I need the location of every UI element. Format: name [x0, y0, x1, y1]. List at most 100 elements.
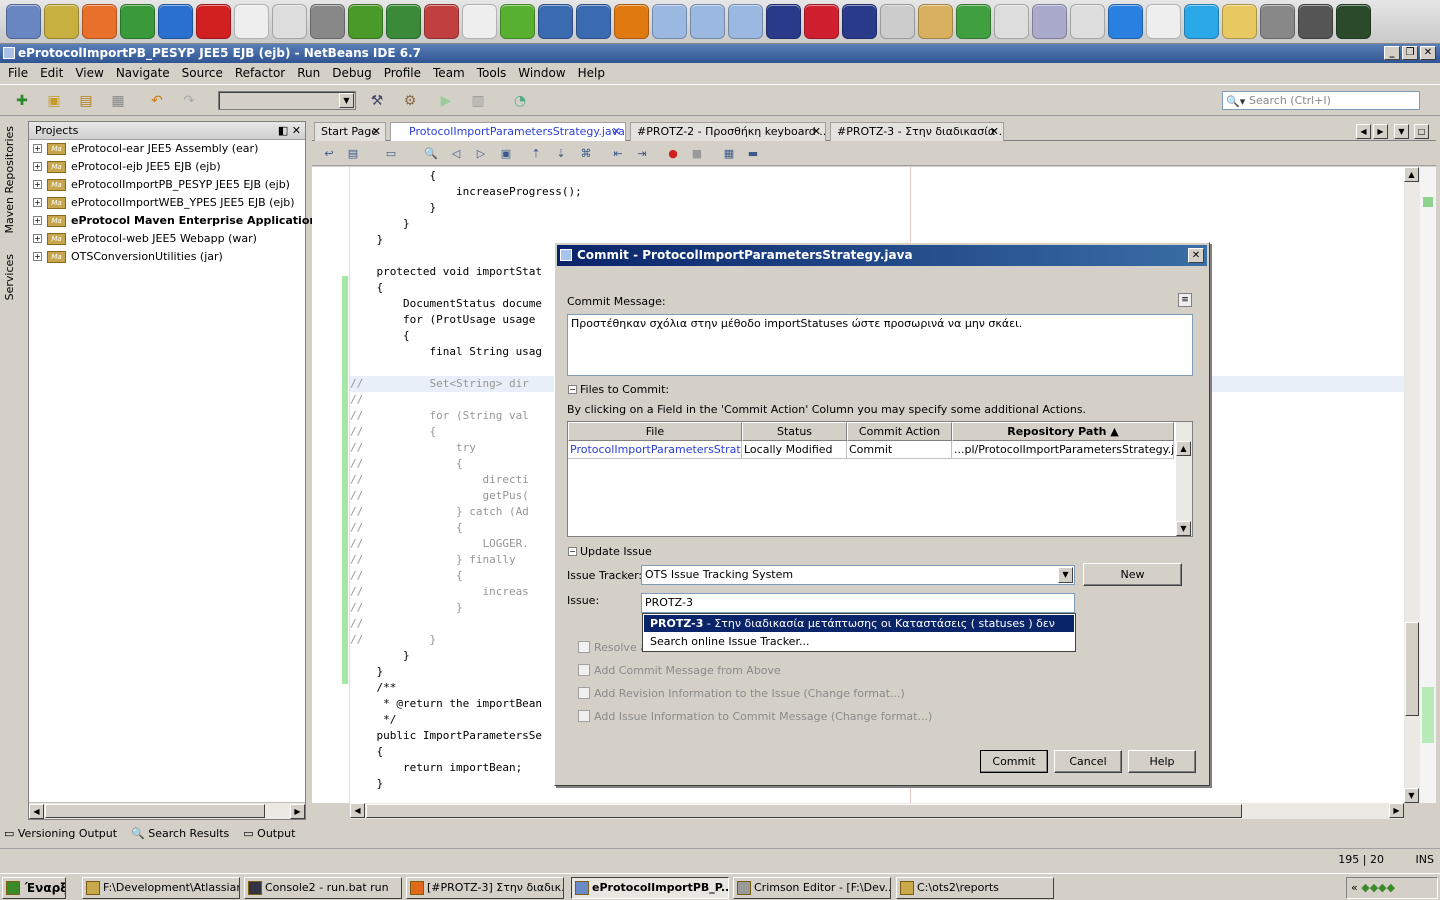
suggestion-item-protz-3[interactable]: PROTZ-3 - Στην διαδικασία μετάπτωσης οι … [644, 615, 1074, 632]
tab-output[interactable]: ▭ Output [243, 827, 295, 840]
commit-message-textarea[interactable]: Προστέθηκαν σχόλια στην μέθοδο importSta… [567, 314, 1193, 376]
save-all-icon[interactable]: ▦ [106, 90, 130, 112]
expand-icon[interactable]: + [33, 234, 42, 243]
project-tree-item[interactable]: + Ma eProtocolImportWEB_YPES JEE5 EJB (ejb… [29, 194, 305, 212]
folder-icon[interactable] [1222, 4, 1257, 39]
green-leaf-icon[interactable] [500, 4, 535, 39]
uncomment-icon[interactable]: ▬ [744, 146, 762, 162]
expand-icon[interactable]: + [33, 252, 42, 261]
expand-icon[interactable]: + [33, 180, 42, 189]
build-icon[interactable]: ⚒ [365, 90, 389, 112]
menu-tools[interactable]: Tools [471, 66, 513, 80]
tabs-scroll-left[interactable]: ◀ [1356, 124, 1371, 139]
cat-icon[interactable] [918, 4, 953, 39]
taskbar-item-atlassian[interactable]: F:\Development\Atlassian [82, 877, 240, 899]
spider-icon[interactable] [1298, 4, 1333, 39]
stop-icon[interactable] [804, 4, 839, 39]
dialog-close-button[interactable]: ✕ [1188, 248, 1204, 263]
tab-protocol-import-strategy[interactable]: ProtocolImportParametersStrategy.java ✕ [390, 122, 626, 141]
menu-help[interactable]: Help [572, 66, 611, 80]
new-project-icon[interactable]: ▣ [42, 90, 66, 112]
column-status[interactable]: Status [742, 422, 847, 441]
add-issue-info-checkbox[interactable] [578, 710, 590, 722]
scroll-thumb[interactable] [366, 804, 1242, 818]
record-macro-icon[interactable]: ● [664, 146, 682, 162]
window-icon[interactable] [994, 4, 1029, 39]
scroll-up-button[interactable]: ▲ [1176, 441, 1191, 456]
tab-start-page[interactable]: Start Page ✕ [314, 122, 386, 141]
panel-controls[interactable]: ◧ ✕ [278, 122, 301, 140]
debug-icon[interactable]: ▥ [466, 90, 490, 112]
menu-team[interactable]: Team [427, 66, 471, 80]
cube-icon[interactable] [728, 4, 763, 39]
chrome-icon[interactable] [120, 4, 155, 39]
prev-occurrence-icon[interactable]: ◁ [447, 146, 465, 162]
chevron-down-icon[interactable]: ▼ [1058, 567, 1073, 583]
cube-icon[interactable] [652, 4, 687, 39]
taskbar-item-console2[interactable]: Console2 - run.bat run [244, 877, 402, 899]
project-tree-item[interactable]: + Ma eProtocol-ejb JEE5 EJB (ejb) [29, 158, 305, 176]
dot-icon[interactable] [1108, 4, 1143, 39]
toggle-highlight-icon[interactable]: ▣ [497, 146, 515, 162]
find-icon[interactable]: 🔍 [422, 146, 440, 162]
restore-button[interactable]: ❐ [1402, 46, 1418, 60]
green-b-icon[interactable] [386, 4, 421, 39]
gear-icon[interactable] [880, 4, 915, 39]
paint-icon[interactable] [424, 4, 459, 39]
taskbar-item-reports[interactable]: C:\ots2\reports [896, 877, 1054, 899]
clean-build-icon[interactable]: ⚙ [398, 90, 422, 112]
editor-hscrollbar[interactable]: ◀ ▶ [350, 803, 1404, 819]
back-icon[interactable]: ↩ [320, 146, 338, 162]
toggle-bookmark-icon[interactable]: ⌘ [577, 146, 595, 162]
history-icon[interactable]: ▤ [344, 146, 362, 162]
tray-expand[interactable]: « [1351, 881, 1358, 894]
project-tree-item[interactable]: + Ma eProtocol-web JEE5 Webapp (war) [29, 230, 305, 248]
menu-profile[interactable]: Profile [378, 66, 427, 80]
tray-icons[interactable]: ◆◆◆◆ [1361, 881, 1395, 894]
close-icon[interactable]: ✕ [990, 123, 999, 141]
redo-icon[interactable]: ↷ [177, 90, 201, 112]
table-vscrollbar[interactable]: ▲ ▼ [1176, 422, 1192, 536]
close-icon[interactable]: ✕ [612, 123, 621, 141]
prev-bookmark-icon[interactable]: ⇡ [527, 146, 545, 162]
table-cell-commit-action[interactable]: Commit [847, 441, 952, 459]
menu-source[interactable]: Source [176, 66, 229, 80]
firefox-icon[interactable] [82, 4, 117, 39]
tab-versioning-output[interactable]: ▭ Versioning Output [4, 827, 117, 840]
expand-icon[interactable]: + [33, 198, 42, 207]
ball-icon[interactable] [766, 4, 801, 39]
globe-icon[interactable] [538, 4, 573, 39]
tabs-list-dropdown[interactable]: ▼ [1394, 124, 1409, 139]
scroll-left-button[interactable]: ◀ [350, 803, 365, 818]
ie-icon[interactable] [158, 4, 193, 39]
maximize-editor[interactable]: □ [1414, 124, 1429, 139]
opera-icon[interactable] [196, 4, 231, 39]
column-repository-path[interactable]: Repository Path ▲ [952, 422, 1174, 441]
hammer-icon[interactable] [310, 4, 345, 39]
doc-icon[interactable] [1146, 4, 1181, 39]
project-tree-item[interactable]: + Ma eProtocol-ear JEE5 Assembly (ear) [29, 140, 305, 158]
scroll-down-button[interactable]: ▼ [1404, 788, 1419, 803]
cube-icon[interactable] [690, 4, 725, 39]
edit-icon[interactable] [1070, 4, 1105, 39]
tools-icon[interactable] [272, 4, 307, 39]
maven-repositories-tab[interactable]: Maven Repositories [3, 126, 16, 234]
notes-icon[interactable] [576, 4, 611, 39]
shield-icon[interactable] [614, 4, 649, 39]
comment-icon[interactable]: ▦ [720, 146, 738, 162]
computer-icon[interactable] [6, 4, 41, 39]
menu-window[interactable]: Window [512, 66, 571, 80]
menu-view[interactable]: View [69, 66, 109, 80]
open-project-icon[interactable]: ▤ [74, 90, 98, 112]
collapse-files-icon[interactable]: − [568, 385, 577, 394]
scroll-thumb[interactable] [1405, 622, 1419, 716]
expand-icon[interactable]: + [33, 216, 42, 225]
menu-navigate[interactable]: Navigate [110, 66, 176, 80]
close-window-button[interactable]: ✕ [1420, 46, 1436, 60]
scroll-left-button[interactable]: ◀ [29, 804, 44, 819]
minimize-button[interactable]: _ [1384, 46, 1400, 60]
scroll-down-button[interactable]: ▼ [1176, 521, 1191, 536]
collapse-update-issue-icon[interactable]: − [568, 547, 577, 556]
next-bookmark-icon[interactable]: ⇣ [552, 146, 570, 162]
close-icon[interactable]: ✕ [812, 123, 821, 141]
